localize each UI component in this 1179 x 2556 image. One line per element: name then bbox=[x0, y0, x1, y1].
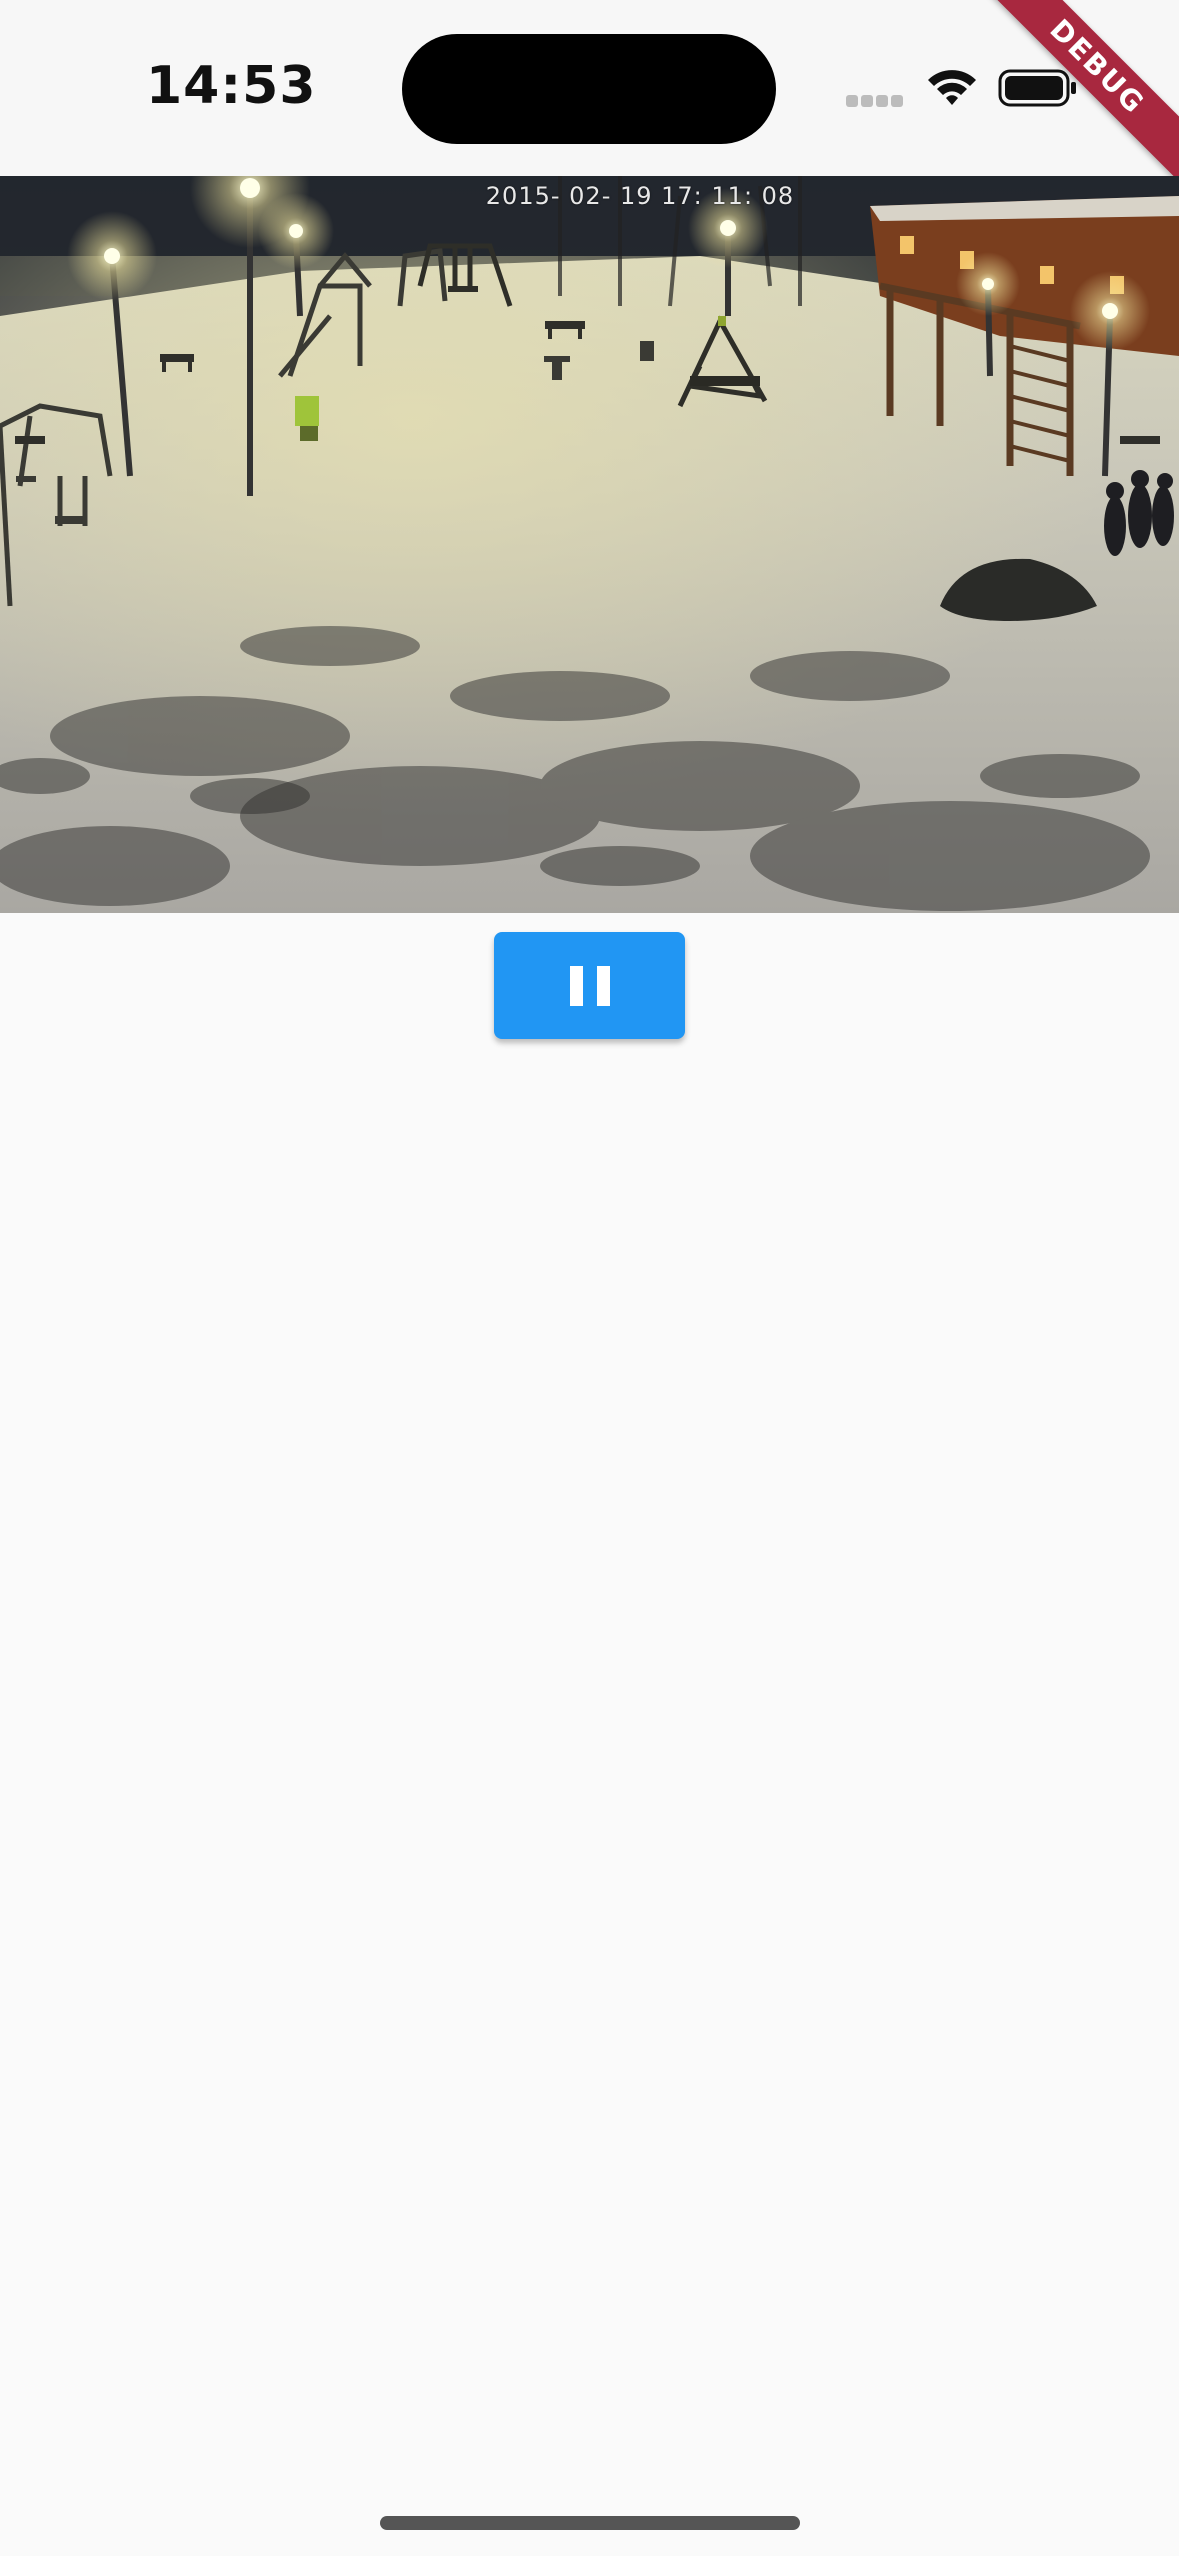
wifi-icon bbox=[924, 64, 980, 112]
status-bar: 14:53 bbox=[0, 0, 1179, 176]
dynamic-island bbox=[402, 34, 776, 144]
status-time: 14:53 bbox=[146, 56, 317, 116]
pause-icon bbox=[570, 966, 610, 1006]
pause-button[interactable] bbox=[494, 932, 685, 1039]
video-player[interactable]: 2015- 02- 19 17: 11: 08 bbox=[0, 176, 1179, 913]
battery-icon bbox=[998, 68, 1078, 108]
cellular-signal-icon bbox=[846, 95, 904, 107]
video-timestamp: 2015- 02- 19 17: 11: 08 bbox=[485, 182, 795, 210]
video-frame bbox=[0, 176, 1179, 913]
home-indicator[interactable] bbox=[380, 2516, 800, 2530]
